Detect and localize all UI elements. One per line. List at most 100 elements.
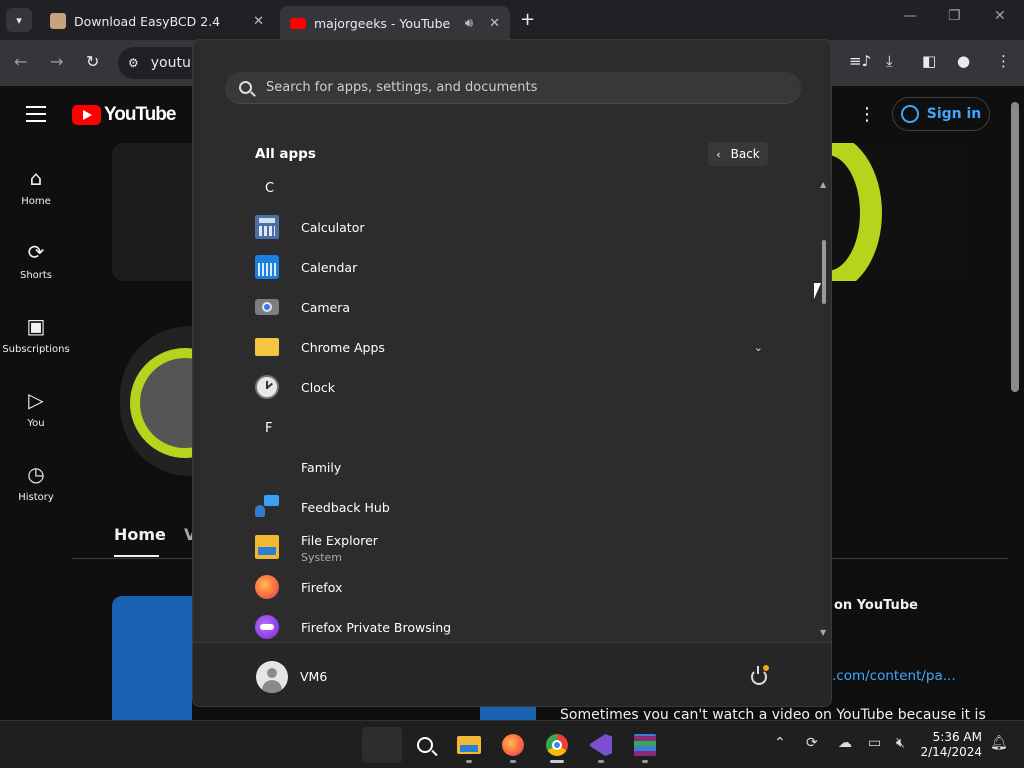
- volume-muted-icon[interactable]: 🔇︎: [896, 735, 905, 751]
- app-chrome-apps[interactable]: Chrome Apps ⌄: [255, 329, 771, 365]
- active-tab-underline: [114, 555, 159, 557]
- app-feedback-hub[interactable]: Feedback Hub: [255, 489, 771, 525]
- firefox-taskbar-icon[interactable]: [496, 729, 530, 763]
- app-name: File Explorer: [301, 533, 378, 548]
- sign-in-label: Sign in: [926, 106, 982, 122]
- app-list: C Calculator Calendar Camera Chrome Apps…: [193, 171, 831, 645]
- tab-easybcd[interactable]: Download EasyBCD 2.4 ✕: [40, 6, 274, 36]
- app-list-scrollbar[interactable]: ▲ ▼: [819, 180, 829, 640]
- back-arrow-icon[interactable]: ←: [14, 52, 27, 71]
- you-icon: ▷: [28, 388, 44, 412]
- channel-tab-home[interactable]: Home: [114, 525, 166, 544]
- forward-arrow-icon[interactable]: →: [50, 52, 63, 71]
- app-firefox-private[interactable]: Firefox Private Browsing: [255, 609, 771, 645]
- taskbar: ⌃ ⟳ ☁ ▭ 🔇︎ 5:36 AM 2/14/2024 🔔︎: [0, 720, 1024, 768]
- folder-icon: [255, 338, 279, 356]
- app-camera[interactable]: Camera: [255, 289, 771, 325]
- user-name[interactable]: VM6: [300, 669, 327, 684]
- scroll-down-icon[interactable]: ▼: [820, 628, 826, 637]
- app-name: Feedback Hub: [301, 499, 390, 515]
- chevron-up-icon[interactable]: ⌃: [774, 735, 786, 751]
- power-icon[interactable]: [751, 666, 767, 685]
- sync-icon[interactable]: ⟳: [806, 735, 818, 751]
- app-name: Camera: [301, 299, 351, 315]
- youtube-icon: [290, 17, 306, 29]
- app-calculator[interactable]: Calculator: [255, 209, 771, 245]
- letter-header-c[interactable]: C: [265, 181, 274, 196]
- file-explorer-taskbar-icon[interactable]: [452, 729, 486, 763]
- page-scrollbar[interactable]: [1009, 92, 1021, 720]
- scrollbar-thumb[interactable]: [1011, 102, 1019, 392]
- hamburger-menu-icon[interactable]: [26, 106, 46, 122]
- close-tab-icon[interactable]: ✕: [253, 14, 264, 29]
- browser-menu-icon[interactable]: ⋮: [996, 52, 1011, 70]
- channel-banner: [112, 143, 192, 281]
- chevron-down-icon[interactable]: ⌄: [754, 341, 763, 354]
- close-window-button[interactable]: ✕: [994, 8, 1006, 24]
- sidebar-item-label: History: [18, 492, 54, 503]
- visual-studio-icon[interactable]: [584, 729, 618, 763]
- app-file-explorer[interactable]: File Explorer System: [255, 529, 771, 565]
- firefox-private-icon: [255, 615, 279, 639]
- new-tab-button[interactable]: +: [520, 9, 535, 30]
- search-input[interactable]: [266, 80, 766, 95]
- more-options-icon[interactable]: ⋮: [858, 104, 876, 125]
- reload-icon[interactable]: ↻: [86, 52, 99, 71]
- scroll-up-icon[interactable]: ▲: [820, 180, 826, 189]
- sidebar-item-label: You: [27, 418, 45, 429]
- taskbar-search-icon[interactable]: [408, 729, 442, 761]
- history-icon: ◷: [27, 462, 45, 486]
- sidebar-item-you[interactable]: ▷ You: [0, 388, 72, 429]
- app-clock[interactable]: Clock: [255, 369, 771, 405]
- chrome-taskbar-icon[interactable]: [540, 729, 574, 763]
- tab-title: Download EasyBCD 2.4: [74, 13, 221, 29]
- clock-area[interactable]: 5:36 AM 2/14/2024: [920, 730, 982, 760]
- subscriptions-icon: ▣: [26, 314, 46, 338]
- speaker-icon[interactable]: 🔊︎: [465, 16, 473, 31]
- start-search-box[interactable]: [225, 72, 801, 104]
- network-icon[interactable]: ▭: [868, 735, 881, 751]
- home-icon: ⌂: [29, 166, 43, 190]
- account-icon: [900, 105, 919, 123]
- calendar-icon: [255, 255, 279, 279]
- notification-bell-icon[interactable]: 🔔︎: [990, 735, 1008, 751]
- user-avatar[interactable]: [256, 661, 288, 693]
- calculator-icon: [255, 215, 279, 239]
- app-name: Firefox Private Browsing: [301, 619, 452, 635]
- sign-in-button[interactable]: Sign in: [892, 97, 990, 131]
- app-family[interactable]: Family: [255, 449, 771, 485]
- sidebar-item-history[interactable]: ◷ History: [0, 462, 72, 503]
- tab-search-button[interactable]: ▾: [6, 8, 32, 32]
- about-link[interactable]: .com/content/pa...: [832, 668, 956, 684]
- minimize-button[interactable]: —: [903, 8, 917, 24]
- clock-icon: [255, 375, 279, 399]
- sidebar-item-label: Home: [21, 196, 51, 207]
- start-button[interactable]: [362, 727, 402, 763]
- side-panel-icon[interactable]: ◧: [922, 52, 936, 70]
- close-tab-icon[interactable]: ✕: [489, 16, 500, 31]
- app-calendar[interactable]: Calendar: [255, 249, 771, 285]
- chevron-down-icon: ▾: [16, 13, 22, 27]
- sidebar-item-home[interactable]: ⌂ Home: [0, 166, 72, 207]
- letter-header-f[interactable]: F: [265, 421, 272, 436]
- scrollbar-thumb[interactable]: [822, 240, 826, 304]
- youtube-logo[interactable]: YouTube: [72, 104, 176, 126]
- maximize-button[interactable]: ❐: [948, 8, 961, 24]
- winrar-icon[interactable]: [628, 729, 662, 763]
- start-menu: All apps ‹ Back C Calculator Calendar Ca…: [192, 39, 832, 707]
- tab-youtube[interactable]: majorgeeks - YouTube 🔊︎ ✕: [280, 6, 510, 40]
- back-label: Back: [730, 147, 760, 161]
- camera-icon: [255, 299, 279, 315]
- sidebar-item-label: Shorts: [19, 270, 53, 281]
- cloud-offline-icon[interactable]: ☁: [838, 735, 852, 751]
- back-button[interactable]: ‹ Back: [708, 142, 768, 166]
- sidebar-item-shorts[interactable]: ⟳ Shorts: [0, 240, 72, 281]
- app-name: Firefox: [301, 579, 343, 595]
- site-info-icon[interactable]: ⚙: [128, 56, 139, 70]
- app-firefox[interactable]: Firefox: [255, 569, 771, 605]
- profile-icon[interactable]: ●: [957, 52, 970, 70]
- video-thumbnail[interactable]: [112, 596, 192, 720]
- sidebar-item-subscriptions[interactable]: ▣ Subscriptions: [0, 314, 72, 355]
- download-icon[interactable]: ⤓: [886, 52, 893, 70]
- media-controls-icon[interactable]: ≡♪: [849, 52, 871, 70]
